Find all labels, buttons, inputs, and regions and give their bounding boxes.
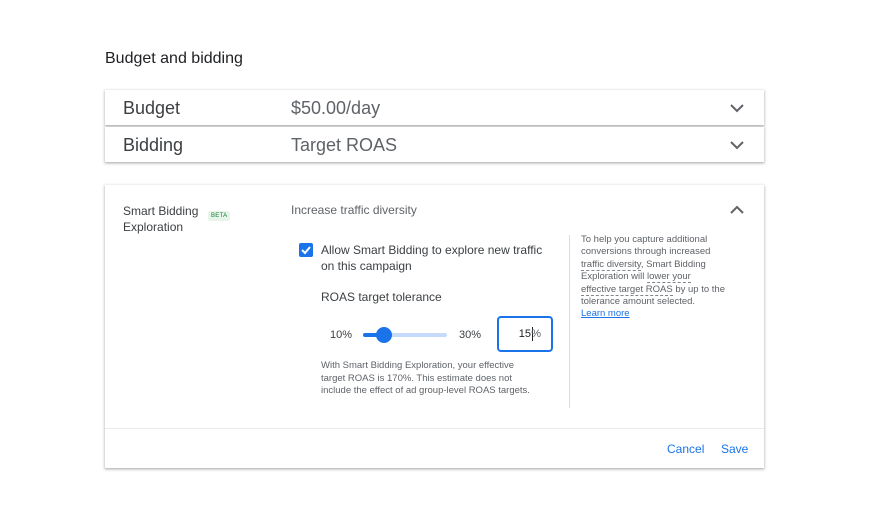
learn-more-link[interactable]: Learn more [581,308,630,319]
smart-bidding-exploration-panel: Smart Bidding Exploration BETA Increase … [105,185,764,468]
tolerance-input[interactable]: 15 % [497,316,553,352]
budget-label: Budget [123,98,181,118]
range-min-label: 10% [330,329,353,341]
vertical-divider [569,235,570,408]
slider-thumb[interactable] [376,327,392,343]
footer-divider [105,428,764,429]
exploration-value: Increase traffic diversity [291,203,417,217]
section-title: Budget and bidding [105,50,243,67]
estimate-value: 170% [387,372,412,384]
save-button[interactable]: Save [721,442,748,456]
tolerance-label: ROAS target tolerance [321,290,442,304]
checkmark-icon [301,246,311,255]
percent-unit: % [531,328,541,340]
chevron-up-icon[interactable] [728,201,746,219]
bidding-value: Target ROAS [291,135,398,155]
cancel-button[interactable]: Cancel [667,442,704,456]
roas-estimate-text: With Smart Bidding Exploration, your eff… [321,360,531,398]
budget-value: $50.00/day [291,98,381,118]
bidding-row[interactable]: Bidding Target ROAS [105,127,764,162]
allow-exploration-checkbox[interactable] [299,243,313,257]
help-text-start: To help you capture additional conversio… [581,234,711,258]
budget-row[interactable]: Budget $50.00/day [105,90,764,125]
traffic-diversity-term[interactable]: traffic diversity [581,258,641,271]
beta-badge: BETA [208,211,231,221]
chevron-down-icon[interactable] [728,99,746,117]
chevron-down-icon[interactable] [728,136,746,154]
tolerance-input-value: 15 [518,328,531,340]
tolerance-slider[interactable] [363,327,447,343]
range-max-label: 30% [459,329,482,341]
exploration-label: Smart Bidding Exploration [123,204,199,234]
allow-exploration-label[interactable]: Allow Smart Bidding to explore new traff… [321,242,551,274]
help-text: To help you capture additional conversio… [581,234,726,321]
bidding-label: Bidding [123,135,184,155]
